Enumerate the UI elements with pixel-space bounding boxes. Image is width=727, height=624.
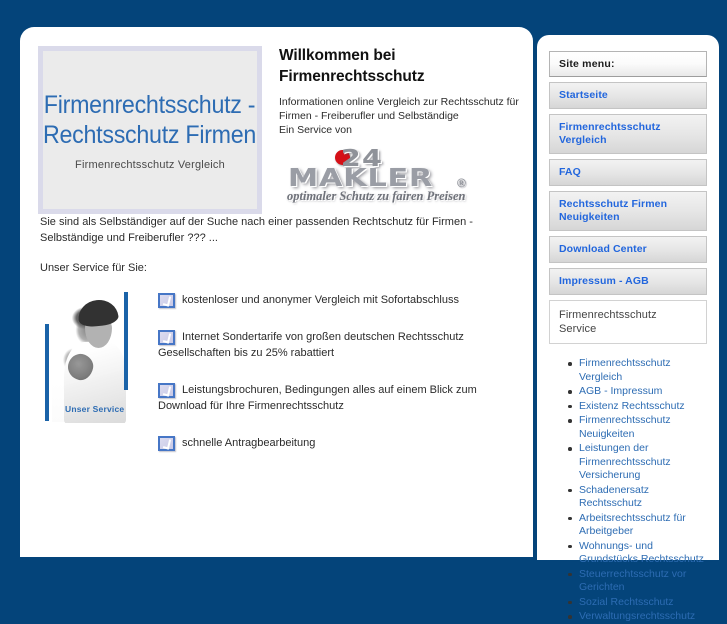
intro-paragraph: Sie sind als Selbständiger auf der Suche… (40, 216, 473, 244)
site-title-box: Firmenrechtsschutz - Rechtsschutz Firmen… (38, 46, 262, 214)
site-title: Firmenrechtsschutz - Rechtsschutz Firmen (43, 90, 256, 150)
header-description: Informationen online Vergleich zur Recht… (279, 95, 519, 137)
makler-logo: 24 MAKLER ® optimaler Schutz zu fairen P… (287, 146, 485, 206)
checkmark-icon (158, 292, 175, 308)
welcome-heading: Willkommen bei Firmenrechtsschutz (279, 45, 519, 87)
welcome-line1: Willkommen bei (279, 47, 396, 64)
sidebar-link[interactable]: Arbeitsrechtsschutz für Arbeitgeber (568, 512, 707, 539)
photo-hair (76, 297, 120, 329)
sidebar-link[interactable]: Verwaltungsrechtsschutz (568, 610, 707, 624)
sidebar-item-firmenrechtsschutz-vergleich[interactable]: Firmenrechtsschutz Vergleich (549, 114, 707, 154)
site-title-line1: Firmenrechtsschutz - (44, 90, 256, 119)
service-item-label: kostenloser und anonymer Vergleich mit S… (182, 294, 459, 307)
main-content-body: Sie sind als Selbständiger auf der Suche… (20, 202, 533, 492)
welcome-line2: Firmenrechtsschutz (279, 68, 425, 85)
sidebar-item-download-center[interactable]: Download Center (549, 236, 707, 263)
sidebar-item-faq[interactable]: FAQ (549, 159, 707, 186)
sidebar-link[interactable]: Existenz Rechtsschutz (568, 400, 707, 414)
service-item: Internet Sondertarife von großen deutsch… (158, 329, 513, 361)
sidebar-item-impressum-agb[interactable]: Impressum - AGB (549, 268, 707, 295)
header-description-text: Informationen online Vergleich zur Recht… (279, 96, 519, 122)
header-text-block: Willkommen bei Firmenrechtsschutz Inform… (279, 45, 519, 206)
photo-right-bar (124, 292, 128, 390)
site-header: Firmenrechtsschutz - Rechtsschutz Firmen… (20, 27, 533, 214)
photo-person-image (52, 294, 126, 423)
service-item: kostenloser und anonymer Vergleich mit S… (158, 292, 513, 308)
sidebar-link[interactable]: Leistungen der Firmenrechtsschutz Versic… (568, 442, 707, 483)
sidebar-link-list: Firmenrechtsschutz Vergleich AGB - Impre… (549, 357, 707, 624)
site-title-line2: Rechtsschutz Firmen (43, 120, 257, 149)
sidebar-link[interactable]: Steuerrechtsschutz vor Gerichten (568, 568, 707, 595)
service-lead: Unser Service für Sie: (40, 262, 147, 274)
photo-caption: Unser Service (65, 404, 125, 414)
header-service-by: Ein Service von (279, 124, 352, 136)
sidebar-item-rechtsschutz-firmen-neuigkeiten[interactable]: Rechtsschutz Firmen Neuigkeiten (549, 191, 707, 231)
service-list: kostenloser und anonymer Vergleich mit S… (158, 292, 513, 452)
sidebar-panel: Site menu: Startseite Firmenrechtsschutz… (537, 35, 719, 622)
service-item-label: Internet Sondertarife von großen deutsch… (158, 331, 464, 360)
site-subtitle: Firmenrechtsschutz Vergleich (75, 158, 225, 171)
service-item-label: schnelle Antragbearbeitung (182, 437, 316, 450)
sidebar-link[interactable]: Wohnungs- und Grundstücks Rechtsschutz (568, 540, 707, 567)
page-root: Firmenrechtsschutz - Rechtsschutz Firmen… (0, 0, 727, 622)
sidebar-item-startseite[interactable]: Startseite (549, 82, 707, 109)
service-block: Unser Service kostenloser und anonymer V… (40, 292, 513, 492)
logo-registered-icon: ® (457, 176, 466, 190)
sidebar-link[interactable]: Firmenrechtsschutz Neuigkeiten (568, 414, 707, 441)
checkmark-icon (158, 382, 175, 398)
logo-tagline: optimaler Schutz zu fairen Preisen (287, 189, 466, 203)
service-item-label: Leistungsbrochuren, Bedingungen alles au… (158, 384, 477, 413)
checkmark-icon (158, 329, 175, 345)
service-item: Leistungsbrochuren, Bedingungen alles au… (158, 382, 513, 414)
photo-left-bar (45, 324, 49, 421)
sidebar-link[interactable]: Firmenrechtsschutz Vergleich (568, 357, 707, 384)
service-item: schnelle Antragbearbeitung (158, 435, 513, 452)
sidebar-menu-heading: Site menu: (549, 51, 707, 77)
sidebar-link[interactable]: Sozial Rechtsschutz (568, 596, 707, 610)
sidebar-link[interactable]: Schadenersatz Rechtsschutz (568, 484, 707, 511)
logo-main-text: MAKLER (287, 163, 433, 192)
sidebar-link[interactable]: AGB - Impressum (568, 385, 707, 399)
checkmark-icon (158, 436, 175, 452)
main-content-panel: Firmenrechtsschutz - Rechtsschutz Firmen… (20, 27, 533, 557)
service-photo: Unser Service (40, 292, 132, 423)
sidebar-item-firmenrechtsschutz-service[interactable]: Firmenrechtsschutz Service (549, 300, 707, 344)
sidebar-inner: Site menu: Startseite Firmenrechtsschutz… (537, 35, 719, 624)
